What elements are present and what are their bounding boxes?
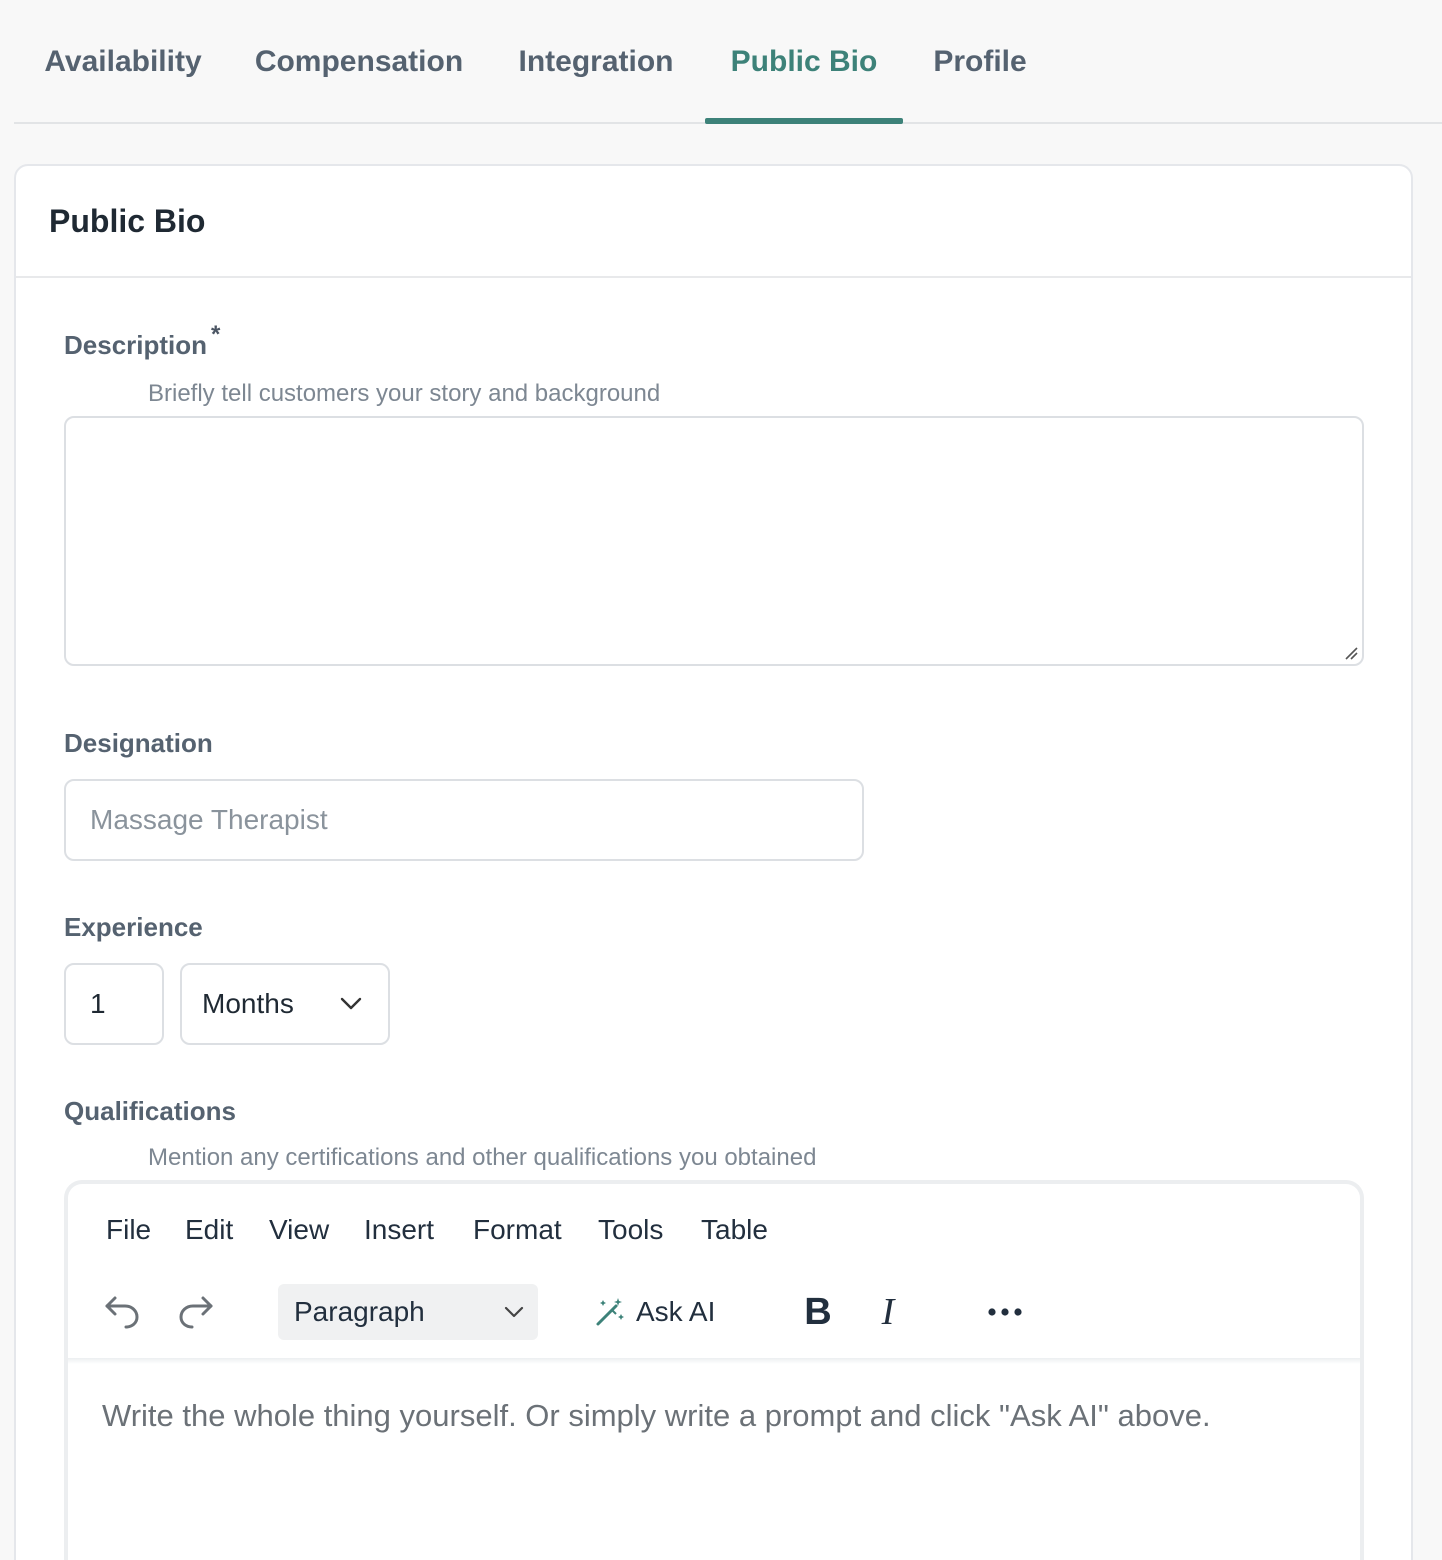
menu-format[interactable]: Format — [473, 1214, 562, 1246]
tab-availability[interactable]: Availability — [14, 0, 232, 122]
bold-button[interactable]: B — [796, 1288, 840, 1336]
tab-public-bio[interactable]: Public Bio — [705, 0, 903, 124]
more-button[interactable] — [980, 1290, 1030, 1334]
required-marker: * — [211, 321, 221, 348]
italic-icon: I — [881, 1291, 895, 1333]
rich-text-editor: File Edit View Insert Format Tools Table… — [64, 1180, 1364, 1560]
toolbar-divider — [68, 1358, 1360, 1364]
tab-bar: Availability Compensation Integration Pu… — [14, 0, 1442, 124]
ask-ai-button[interactable]: Ask AI — [594, 1290, 724, 1334]
tab-label: Profile — [933, 45, 1027, 78]
designation-input[interactable]: Massage Therapist — [64, 779, 864, 861]
page-title: Public Bio — [49, 202, 206, 239]
public-bio-card: Public Bio Description * Briefly tell cus… — [14, 164, 1413, 1560]
block-format-select[interactable]: Paragraph — [278, 1284, 538, 1340]
more-horizontal-icon — [988, 1308, 1022, 1316]
description-textarea[interactable] — [64, 416, 1364, 666]
description-label: Description * — [64, 321, 220, 361]
ask-ai-label: Ask AI — [636, 1296, 716, 1327]
editor-placeholder[interactable]: Write the whole thing yourself. Or simpl… — [102, 1398, 1211, 1434]
experience-unit-select[interactable]: Months — [180, 963, 390, 1045]
description-hint: Briefly tell customers your story and ba… — [148, 380, 661, 407]
redo-icon — [179, 1296, 213, 1329]
qualifications-label: Qualifications — [64, 1096, 236, 1126]
menu-insert[interactable]: Insert — [364, 1214, 434, 1246]
tab-label: Public Bio — [730, 45, 878, 78]
magic-wand-icon — [596, 1298, 624, 1326]
editor-menubar: File Edit View Insert Format Tools Table — [68, 1184, 1360, 1280]
tab-label: Availability — [44, 45, 202, 78]
menu-tools[interactable]: Tools — [598, 1214, 663, 1246]
designation-label: Designation — [64, 728, 213, 758]
undo-button[interactable] — [98, 1290, 146, 1334]
qualifications-hint: Mention any certifications and other qua… — [148, 1144, 817, 1171]
chevron-down-icon — [340, 997, 362, 1010]
chevron-down-icon — [504, 1306, 524, 1318]
undo-icon — [105, 1296, 139, 1329]
experience-label: Experience — [64, 912, 203, 942]
block-format-value: Paragraph — [294, 1296, 425, 1327]
menu-table[interactable]: Table — [701, 1214, 768, 1246]
redo-button[interactable] — [172, 1290, 220, 1334]
tab-integration[interactable]: Integration — [486, 0, 706, 122]
menu-view[interactable]: View — [269, 1214, 329, 1246]
tab-compensation[interactable]: Compensation — [232, 0, 486, 122]
menu-file[interactable]: File — [106, 1214, 151, 1246]
description-label-text: Description — [64, 330, 208, 360]
resize-handle-icon[interactable] — [1344, 646, 1358, 660]
experience-unit-value: Months — [202, 988, 294, 1019]
menu-edit[interactable]: Edit — [185, 1214, 233, 1246]
italic-button[interactable]: I — [866, 1288, 910, 1336]
card-header: Public Bio — [16, 166, 1411, 278]
tab-label: Integration — [518, 45, 674, 78]
bold-icon: B — [804, 1290, 832, 1333]
tab-label: Compensation — [254, 45, 464, 78]
tab-profile[interactable]: Profile — [903, 0, 1057, 122]
experience-amount-input[interactable]: 1 — [64, 963, 164, 1045]
